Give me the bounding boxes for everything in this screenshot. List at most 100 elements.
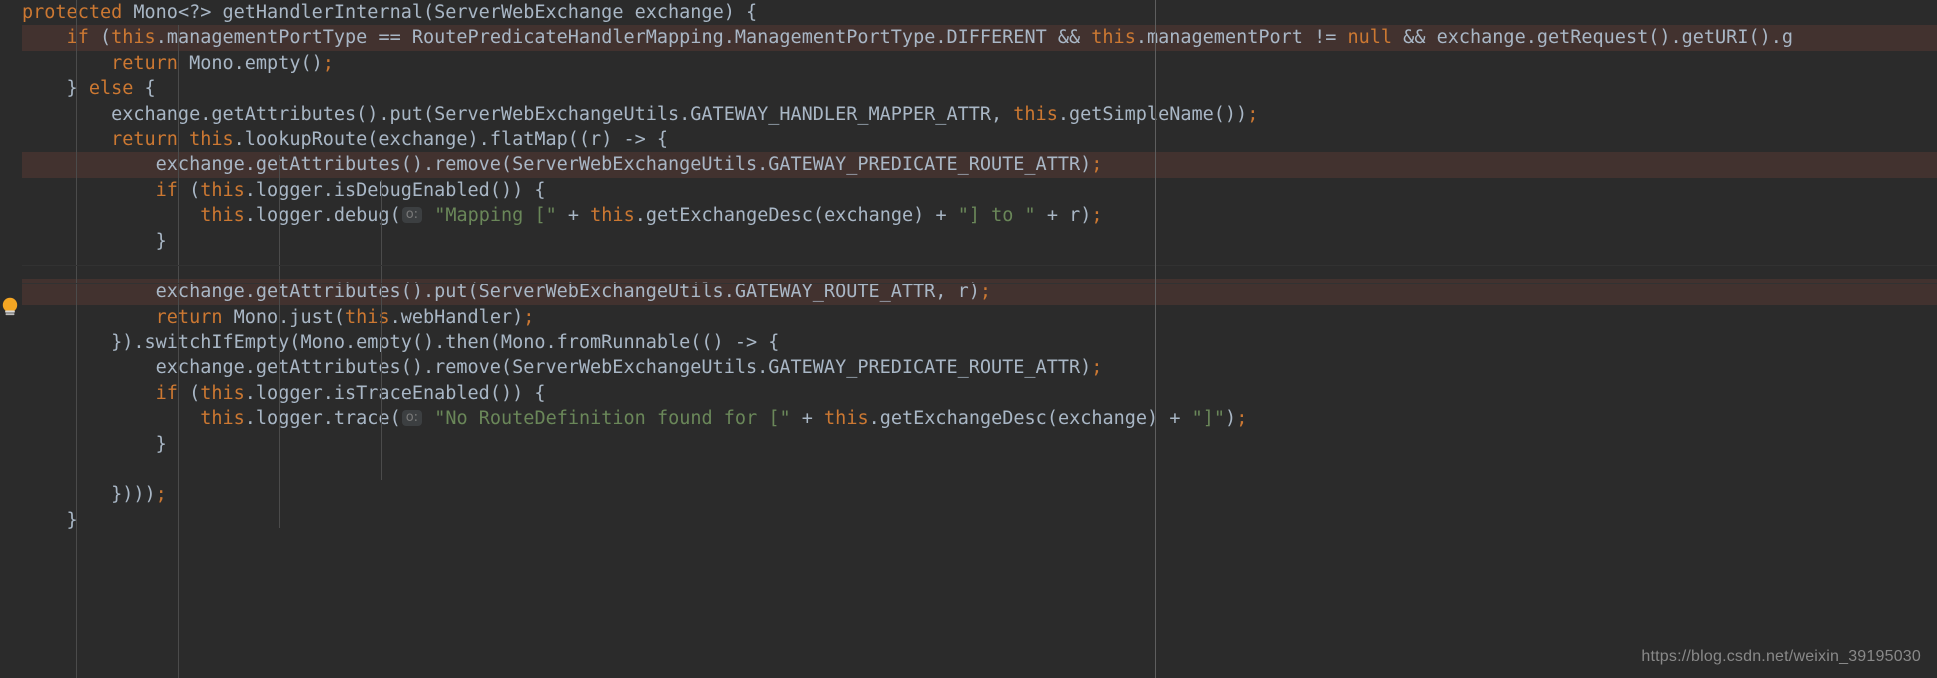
code-token: .logger.debug(: [244, 205, 401, 227]
code-token: Mono.just(: [222, 306, 346, 328]
code-token: .logger.isDebugEnabled()) {: [244, 179, 546, 201]
code-token: + r): [1035, 205, 1092, 227]
code-token: this: [824, 408, 869, 430]
code-token: exchange.getAttributes().remove(ServerWe…: [22, 154, 1092, 176]
code-token: ;: [155, 484, 167, 506]
code-token: "Mapping [": [434, 205, 557, 227]
code-token: this: [200, 382, 245, 404]
code-token: "]": [1191, 408, 1226, 430]
code-token: !=: [1314, 27, 1348, 49]
code-line[interactable]: return this.lookupRoute(exchange).flatMa…: [0, 127, 1937, 152]
code-token: return: [111, 128, 178, 150]
code-line[interactable]: [0, 457, 1937, 482]
code-line[interactable]: if (this.logger.isTraceEnabled()) {: [0, 381, 1937, 406]
code-token: this: [1013, 103, 1058, 125]
code-token: .logger.isTraceEnabled()) {: [244, 382, 546, 404]
code-token: .logger.trace(: [244, 408, 401, 430]
code-token: .webHandler): [389, 306, 524, 328]
code-line[interactable]: this.logger.debug(o: "Mapping [" + this.…: [0, 203, 1937, 228]
code-token: .getExchangeDesc(exchange) +: [634, 205, 958, 227]
code-token: }))): [22, 484, 156, 506]
code-token: if: [155, 382, 178, 404]
code-token: exchange.getAttributes().put(ServerWebEx…: [22, 281, 980, 303]
code-line[interactable]: }: [0, 432, 1937, 457]
code-token: }: [22, 509, 78, 531]
code-line[interactable]: return Mono.empty();: [0, 51, 1937, 76]
code-token: protected: [22, 2, 134, 23]
code-token: ;: [1091, 154, 1103, 176]
code-token: if: [66, 27, 89, 49]
code-token: .lookupRoute(exchange).flatMap((r) -> {: [233, 128, 669, 150]
code-token: ;: [523, 306, 535, 328]
lightbulb-intention-icon[interactable]: [0, 296, 20, 318]
parameter-hint-chip: o:: [401, 410, 423, 427]
code-token: else: [88, 78, 134, 100]
code-content[interactable]: protected Mono<?> getHandlerInternal(Ser…: [0, 0, 1937, 678]
code-token: (: [177, 179, 201, 201]
code-token: exchange.getAttributes().put(ServerWebEx…: [22, 103, 1014, 125]
code-token: (: [177, 382, 201, 404]
code-token: null: [1347, 27, 1393, 49]
code-token: {: [133, 78, 156, 100]
code-token: exchange.getAttributes().remove(ServerWe…: [22, 357, 1092, 379]
code-token: ): [1225, 408, 1237, 430]
editor-gutter[interactable]: [0, 0, 22, 678]
parameter-hint-chip: o:: [401, 207, 423, 224]
code-token: }).switchIfEmpty(Mono.empty().then(Mono.…: [22, 332, 780, 354]
code-token: ;: [1091, 205, 1103, 227]
code-line[interactable]: exchange.getAttributes().remove(ServerWe…: [0, 152, 1937, 178]
code-token: this: [200, 205, 245, 227]
code-token: ;: [1091, 357, 1103, 379]
code-token: "] to ": [957, 205, 1036, 227]
watermark-url: https://blog.csdn.net/weixin_39195030: [1641, 648, 1921, 665]
code-line[interactable]: [0, 254, 1937, 279]
code-token: this: [200, 179, 245, 201]
code-token: this: [189, 128, 234, 150]
code-token: this: [200, 408, 245, 430]
code-token: +: [556, 205, 591, 227]
code-token: }: [22, 230, 167, 252]
code-token: "No RouteDefinition found for [": [434, 408, 791, 430]
code-line[interactable]: }).switchIfEmpty(Mono.empty().then(Mono.…: [0, 330, 1937, 355]
code-line[interactable]: } else {: [0, 76, 1937, 101]
code-token: .getSimpleName()): [1057, 103, 1248, 125]
code-token: return: [111, 52, 178, 74]
code-token: return: [155, 306, 223, 328]
code-line[interactable]: protected Mono<?> getHandlerInternal(Ser…: [0, 0, 1937, 25]
code-editor[interactable]: protected Mono<?> getHandlerInternal(Ser…: [0, 0, 1937, 678]
code-line[interactable]: this.logger.trace(o: "No RouteDefinition…: [0, 406, 1937, 431]
code-token: ;: [979, 281, 992, 303]
code-token: Mono.empty(): [177, 52, 323, 74]
code-line[interactable]: })));: [0, 482, 1937, 507]
code-line[interactable]: if (this.managementPortType == RoutePred…: [0, 25, 1937, 51]
code-token: .managementPort: [1135, 27, 1315, 49]
code-token: .getExchangeDesc(exchange) +: [868, 408, 1192, 430]
code-line[interactable]: if (this.logger.isDebugEnabled()) {: [0, 178, 1937, 203]
code-line[interactable]: exchange.getAttributes().put(ServerWebEx…: [0, 279, 1937, 305]
code-line[interactable]: return Mono.just(this.webHandler);: [0, 305, 1937, 330]
code-line[interactable]: exchange.getAttributes().put(ServerWebEx…: [0, 102, 1937, 127]
code-token: this: [111, 27, 156, 49]
code-line[interactable]: exchange.getAttributes().remove(ServerWe…: [0, 355, 1937, 380]
code-token: +: [790, 408, 825, 430]
code-token: && exchange.getRequest().getURI().g: [1392, 27, 1794, 49]
code-token: .managementPortType == RoutePredicateHan…: [155, 27, 1092, 49]
code-token: Mono<?> getHandlerInternal(ServerWebExch…: [133, 2, 758, 23]
code-line[interactable]: }: [0, 508, 1937, 533]
code-token: }: [22, 78, 89, 100]
code-token: this: [590, 205, 635, 227]
code-line[interactable]: }: [0, 229, 1937, 254]
code-token: (: [88, 27, 112, 49]
code-token: ;: [1247, 103, 1259, 125]
code-token: this: [1091, 27, 1136, 49]
code-token: if: [155, 179, 178, 201]
code-token: ;: [322, 52, 334, 74]
